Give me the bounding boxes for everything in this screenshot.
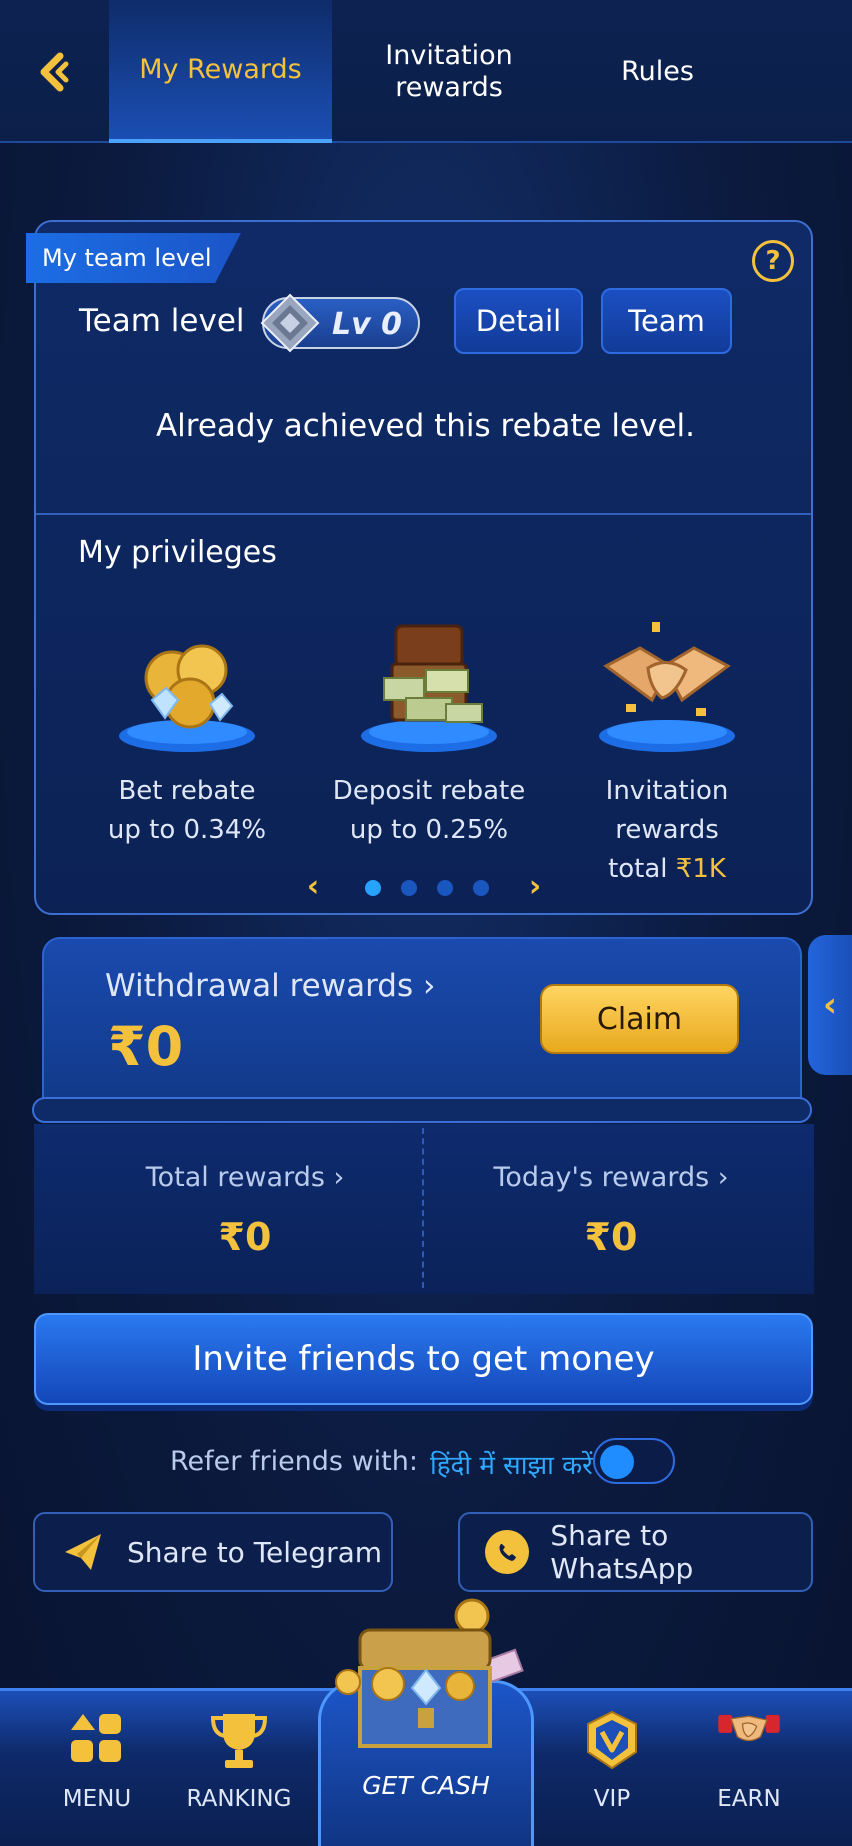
whatsapp-icon <box>484 1528 530 1576</box>
todays-rewards[interactable]: Today's rewards › ₹0 <box>446 1162 776 1259</box>
carousel-dot-1[interactable] <box>365 880 381 896</box>
tab-invitation-rewards[interactable]: Invitation rewards <box>360 0 538 143</box>
app-root: My Rewards Invitation rewards Rules My t… <box>0 0 852 1846</box>
back-button[interactable] <box>28 44 84 100</box>
privilege-2-title: Deposit rebate <box>332 776 526 806</box>
handshake-icon <box>592 608 742 758</box>
carousel-dot-4[interactable] <box>473 880 489 896</box>
privilege-deposit-rebate: Deposit rebate up to 0.25% <box>314 608 544 850</box>
carousel-dot-2[interactable] <box>401 880 417 896</box>
nav-menu-label: MENU <box>62 1786 132 1812</box>
privilege-2-value: up to 0.25% <box>349 815 509 845</box>
refer-language-label: हिंदी में साझा करें <box>430 1451 593 1481</box>
tab-my-rewards[interactable]: My Rewards <box>109 0 332 143</box>
privilege-3-value: total ₹1K <box>552 850 782 889</box>
total-rewards-value: ₹0 <box>218 1215 272 1259</box>
withdrawal-label[interactable]: Withdrawal rewards › <box>105 968 435 1004</box>
top-header: My Rewards Invitation rewards Rules <box>0 0 852 143</box>
treasure-chest-icon[interactable] <box>330 1596 530 1756</box>
privilege-3-prefix: total <box>608 854 676 884</box>
nav-vip[interactable]: VIP <box>542 1708 682 1812</box>
nav-get-cash[interactable]: GET CASH <box>318 1771 534 1800</box>
menu-grid-icon <box>65 1708 129 1772</box>
share-whatsapp-button[interactable]: Share to WhatsApp <box>458 1512 813 1592</box>
todays-rewards-label: Today's rewards › <box>493 1162 729 1193</box>
nav-ranking-label: RANKING <box>186 1786 292 1812</box>
diamond-rank-icon <box>260 293 320 353</box>
refer-label: Refer friends with: <box>170 1446 418 1477</box>
nav-vip-label: VIP <box>593 1786 631 1812</box>
nav-menu[interactable]: MENU <box>27 1708 167 1812</box>
share-telegram-label: Share to Telegram <box>127 1535 383 1569</box>
nav-ranking[interactable]: RANKING <box>169 1708 309 1812</box>
share-whatsapp-label: Share to WhatsApp <box>550 1519 694 1585</box>
carousel-next-icon[interactable]: › <box>522 870 548 904</box>
team-level-label: Team level <box>79 303 245 339</box>
card-divider <box>36 513 811 515</box>
share-telegram-button[interactable]: Share to Telegram <box>33 1512 393 1592</box>
ticket-edge <box>32 1097 812 1123</box>
back-arrow-icon <box>40 52 69 92</box>
total-rewards[interactable]: Total rewards › ₹0 <box>80 1162 410 1259</box>
hindi-share-toggle[interactable] <box>593 1438 675 1484</box>
claim-button[interactable]: Claim <box>540 984 739 1054</box>
side-drawer-tab[interactable]: ‹ <box>808 935 852 1075</box>
team-level-ribbon: My team level <box>26 233 241 283</box>
level-badge-text: Lv 0 <box>332 307 402 342</box>
money-chest-icon <box>354 608 504 758</box>
privileges-carousel: ‹ › <box>300 870 550 904</box>
rewards-separator <box>422 1128 424 1288</box>
trophy-icon <box>207 1708 271 1772</box>
handshake-earn-icon <box>717 1708 781 1772</box>
help-icon[interactable]: ? <box>752 240 794 282</box>
privilege-1-value: up to 0.34% <box>107 815 267 845</box>
vip-badge-icon <box>580 1708 644 1772</box>
invite-friends-button[interactable]: Invite friends to get money <box>34 1313 813 1405</box>
privilege-3-amount: ₹1K <box>675 854 726 884</box>
telegram-icon <box>59 1528 107 1576</box>
level-badge: Lv 0 <box>260 293 420 353</box>
tab-rules[interactable]: Rules <box>580 0 735 143</box>
detail-button[interactable]: Detail <box>454 288 583 354</box>
privilege-invitation-rewards: Invitation rewards total ₹1K <box>552 608 782 889</box>
achieved-message: Already achieved this rebate level. <box>155 408 696 444</box>
nav-earn[interactable]: EARN <box>679 1708 819 1812</box>
team-button[interactable]: Team <box>601 288 732 354</box>
withdrawal-amount: ₹0 <box>108 1015 184 1078</box>
privileges-title: My privileges <box>78 535 277 570</box>
todays-rewards-value: ₹0 <box>584 1215 638 1259</box>
privilege-1-title: Bet rebate <box>118 776 256 806</box>
coins-diamonds-icon <box>112 608 262 758</box>
total-rewards-label: Total rewards › <box>145 1162 345 1193</box>
toggle-knob <box>600 1445 634 1479</box>
carousel-prev-icon[interactable]: ‹ <box>300 870 326 904</box>
privilege-bet-rebate: Bet rebate up to 0.34% <box>72 608 302 850</box>
nav-earn-label: EARN <box>717 1786 781 1812</box>
privilege-3-title: Invitation rewards <box>605 776 729 845</box>
carousel-dot-3[interactable] <box>437 880 453 896</box>
